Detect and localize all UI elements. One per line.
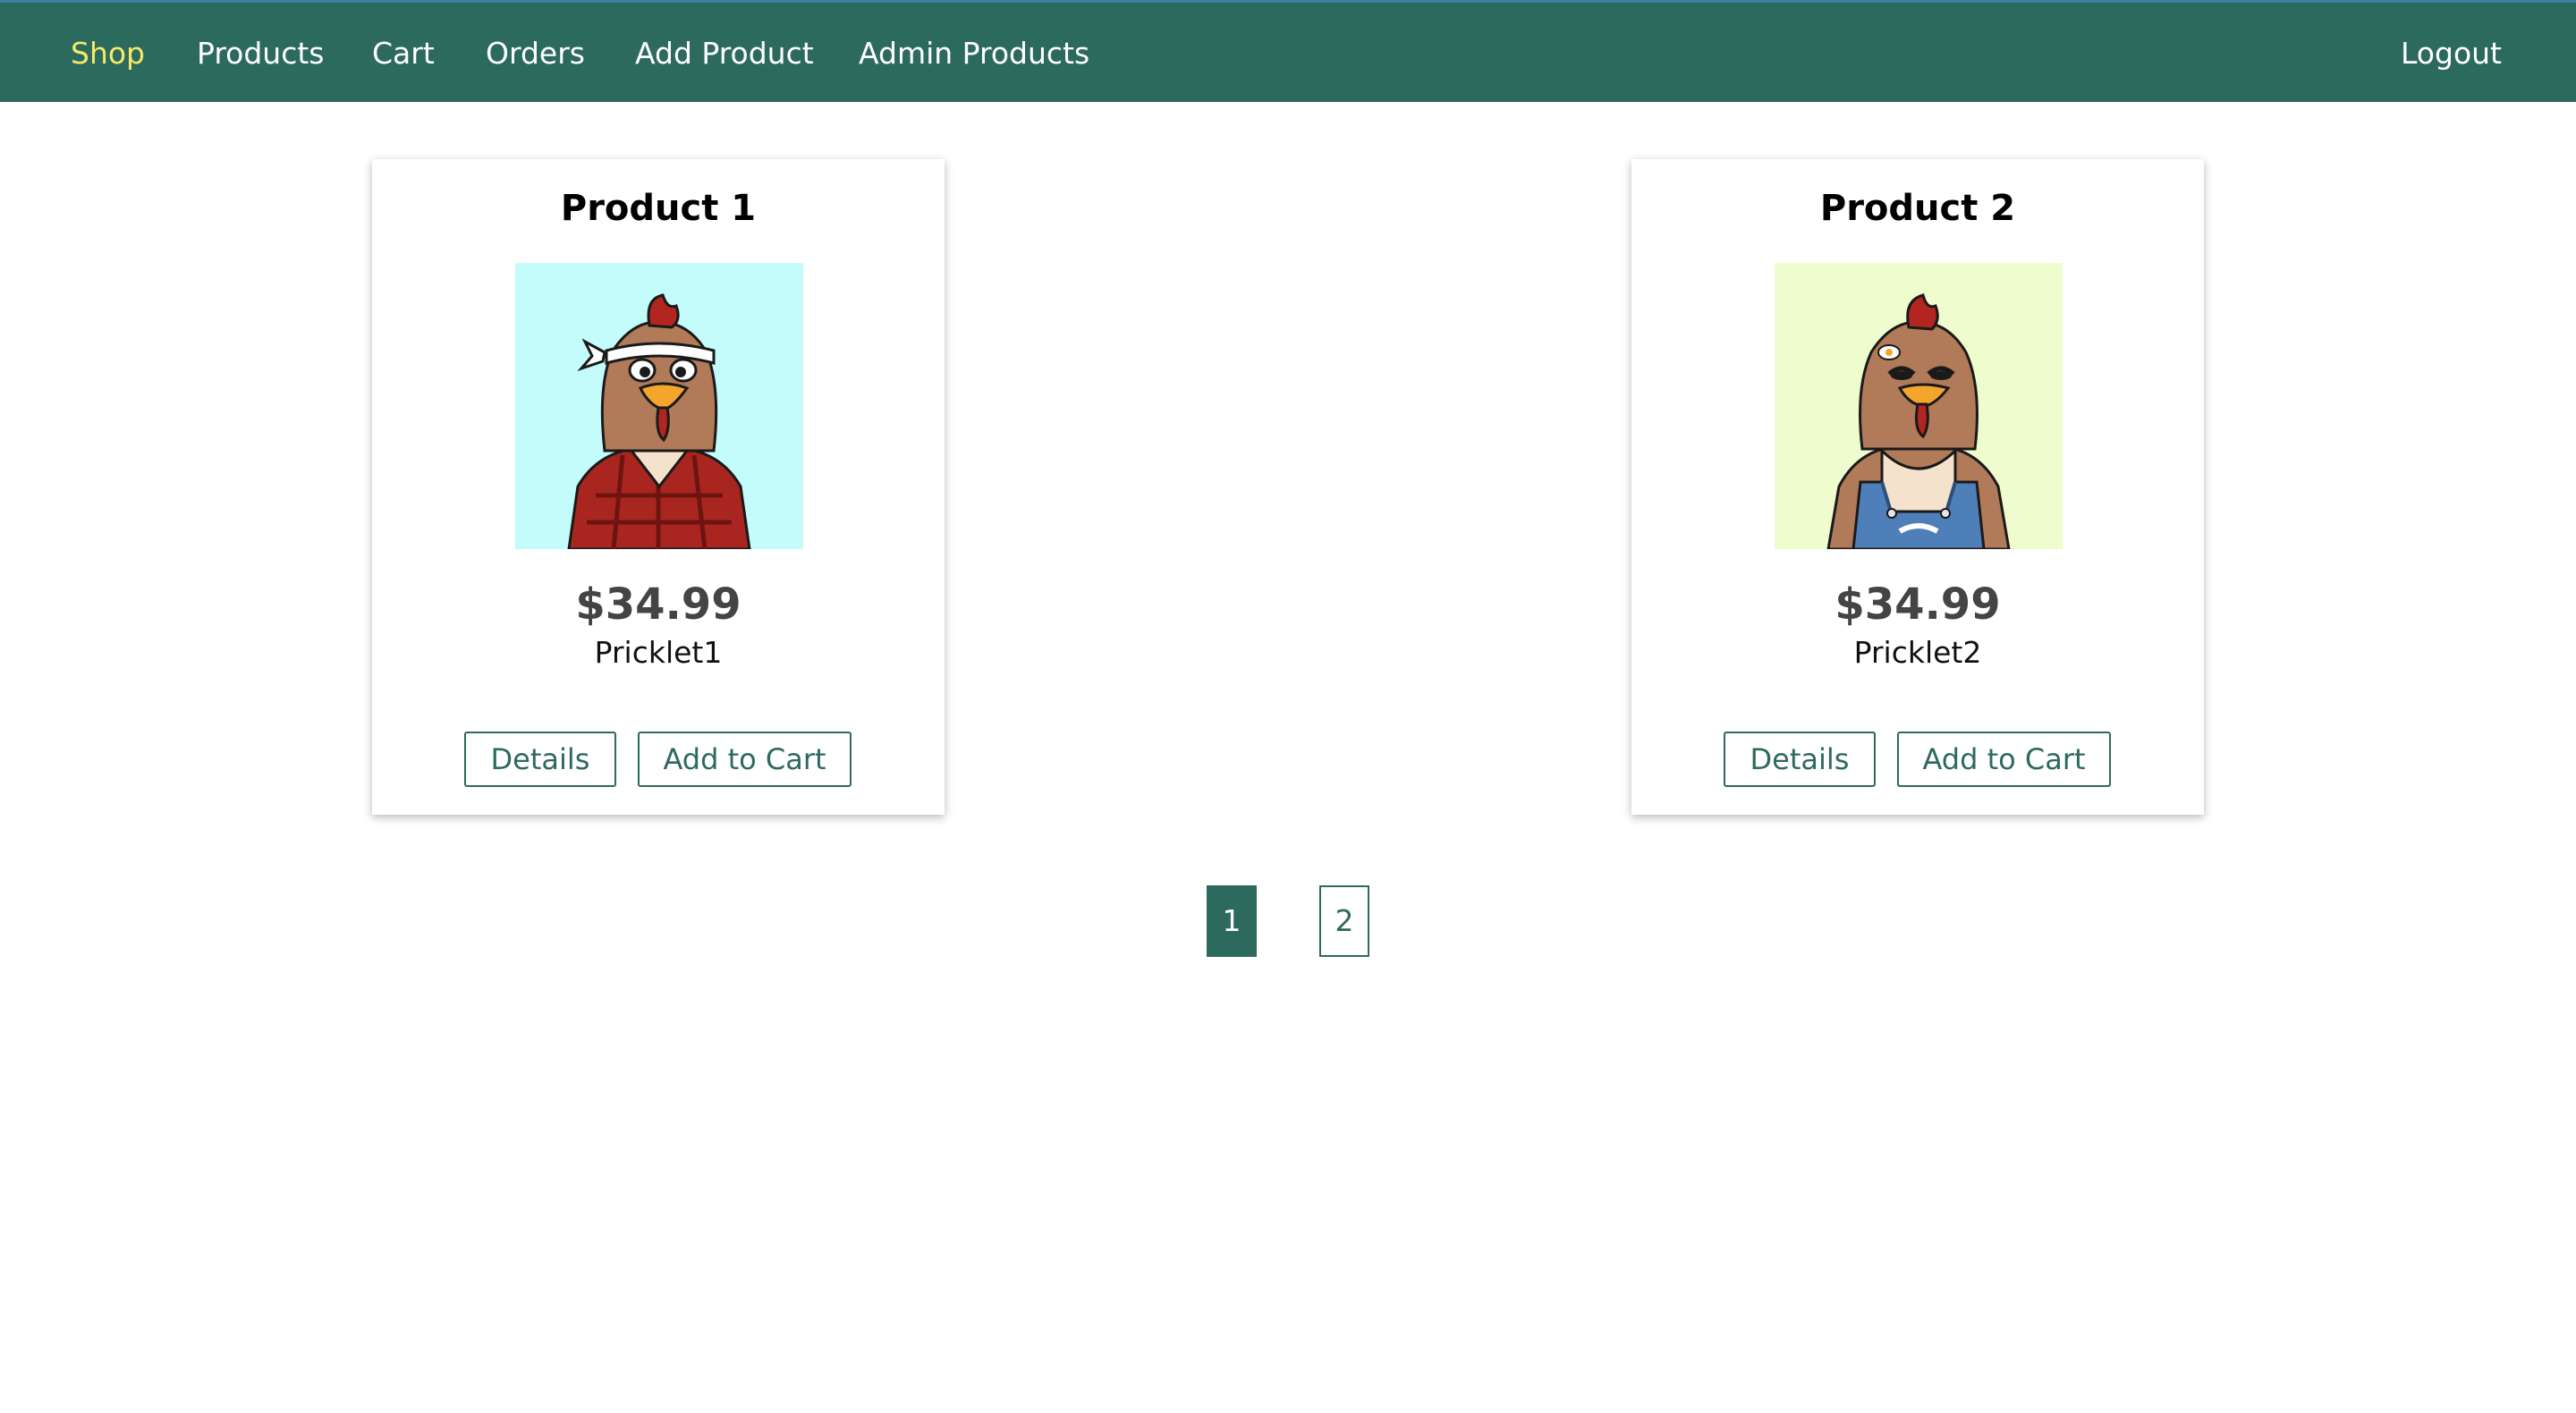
product-price: $34.99 — [1835, 580, 2001, 630]
add-to-cart-button[interactable]: Add to Cart — [1897, 732, 2111, 787]
product-title: Product 2 — [1819, 188, 2016, 229]
page-link-2[interactable]: 2 — [1319, 885, 1369, 957]
nav-link-cart[interactable]: Cart — [372, 3, 435, 105]
product-description: Pricklet1 — [594, 635, 723, 670]
product-card: Product 2 $34.99 Pricklet2 Details Add t… — [1631, 159, 2204, 815]
chicken-farmer-icon — [1775, 263, 2063, 549]
nav-link-orders[interactable]: Orders — [486, 3, 585, 105]
product-title: Product 1 — [560, 188, 757, 229]
chicken-lumberjack-icon — [515, 263, 803, 549]
nav-link-products[interactable]: Products — [197, 3, 325, 105]
details-button[interactable]: Details — [464, 732, 616, 787]
nav-link-shop[interactable]: Shop — [71, 3, 145, 105]
product-price: $34.99 — [575, 580, 741, 630]
product-card: Product 1 $34.99 Pricklet1 Details Add t… — [372, 159, 945, 815]
page-link-1[interactable]: 1 — [1207, 885, 1257, 957]
logout-link[interactable]: Logout — [2401, 3, 2502, 105]
nav-link-add-product[interactable]: Add Product — [635, 3, 814, 105]
details-button[interactable]: Details — [1724, 732, 1876, 787]
product-image — [515, 263, 803, 549]
top-navbar: Shop Products Cart Orders Add Product Ad… — [0, 0, 2576, 102]
product-image — [1775, 263, 2063, 549]
product-description: Pricklet2 — [1853, 635, 1982, 670]
add-to-cart-button[interactable]: Add to Cart — [638, 732, 852, 787]
nav-link-admin-products[interactable]: Admin Products — [859, 3, 1089, 105]
